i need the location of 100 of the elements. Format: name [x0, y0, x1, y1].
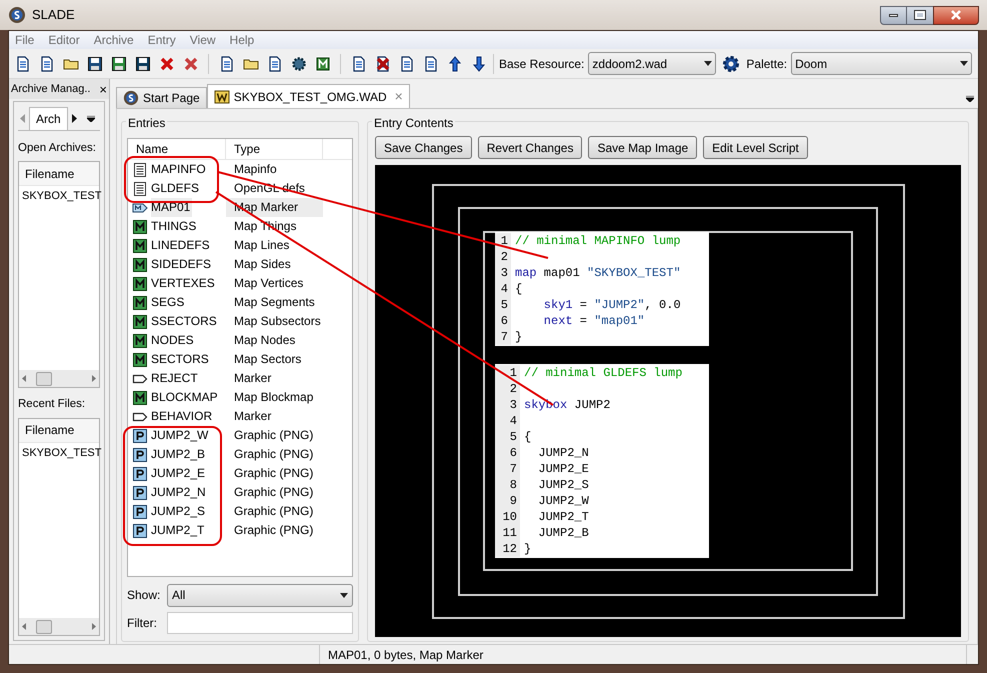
entry-name[interactable]: JUMP2_E: [151, 464, 208, 483]
x-mark-icon[interactable]: [158, 56, 174, 72]
entry-name[interactable]: REJECT: [151, 369, 200, 388]
tab[interactable]: Start Page: [116, 87, 207, 108]
maximize-button[interactable]: [907, 6, 933, 24]
entry-name[interactable]: JUMP2_S: [151, 502, 208, 521]
entry-type: Graphic (PNG): [233, 522, 314, 539]
entry-type: Graphic (PNG): [233, 484, 314, 501]
line-number: 6: [495, 445, 520, 461]
entry-name[interactable]: SEGS: [151, 293, 186, 312]
close-tab-icon[interactable]: ×: [394, 86, 403, 107]
line-number: 9: [495, 493, 520, 509]
entry-name[interactable]: BLOCKMAP: [151, 388, 220, 407]
entry-name[interactable]: GLDEFS: [151, 179, 202, 198]
code-line: {: [514, 281, 522, 297]
entry-name[interactable]: JUMP2_T: [151, 521, 206, 540]
entry-type: Graphic (PNG): [233, 503, 314, 520]
tab[interactable]: Arch: [29, 107, 68, 130]
entry-name[interactable]: JUMP2_W: [151, 426, 210, 445]
entry-name[interactable]: MAP01: [151, 198, 192, 217]
document-icon[interactable]: [14, 56, 30, 72]
line-number: 7: [495, 461, 520, 477]
section-label: Open Archives:: [18, 141, 97, 156]
entry-name[interactable]: SECTORS: [151, 350, 211, 369]
code-line: }: [523, 541, 532, 557]
column-header[interactable]: Filename: [19, 162, 99, 186]
document-icon[interactable]: [218, 56, 234, 72]
down-arrow-icon[interactable]: [470, 56, 486, 72]
tab-list-icon[interactable]: [86, 116, 95, 122]
menu-item[interactable]: Help: [230, 31, 254, 49]
palette-label: Palette:: [746, 56, 788, 72]
filter-label: Filter:: [127, 615, 158, 632]
letter-p-icon: [132, 484, 148, 500]
tab-list-icon[interactable]: [966, 96, 974, 102]
file-list-item[interactable]: SKYBOX_TEST: [19, 442, 104, 462]
menu-item[interactable]: View: [190, 31, 216, 49]
letter-m-icon[interactable]: [314, 56, 330, 72]
document-icon[interactable]: [266, 56, 282, 72]
letter-m-icon: [132, 294, 148, 310]
horizontal-scrollbar[interactable]: [19, 618, 99, 635]
menu-item[interactable]: Entry: [148, 31, 176, 49]
tab[interactable]: SKYBOX_TEST_OMG.WAD ×: [206, 84, 410, 108]
menu-item[interactable]: Archive: [94, 31, 134, 49]
line-number: 12: [495, 541, 520, 557]
app-logo-icon: [123, 90, 139, 106]
show-dropdown[interactable]: All: [167, 584, 353, 606]
close-panel-button[interactable]: ×: [99, 82, 107, 96]
letter-m-icon: [132, 218, 148, 234]
text-file-icon: [132, 162, 148, 178]
scroll-right-icon[interactable]: [72, 114, 77, 123]
gear-icon[interactable]: [723, 56, 740, 72]
entry-name[interactable]: MAPINFO: [151, 160, 208, 179]
entry-name[interactable]: JUMP2_N: [151, 483, 208, 502]
column-header[interactable]: Name: [128, 139, 226, 159]
menu-item[interactable]: Editor: [48, 31, 80, 49]
horizontal-scrollbar[interactable]: [19, 370, 99, 388]
entry-name[interactable]: SIDEDEFS: [151, 255, 214, 274]
entry-type: Map Nodes: [233, 332, 296, 349]
document-icon[interactable]: [374, 56, 390, 72]
letter-m-icon: [132, 332, 148, 348]
action-button[interactable]: Save Changes: [375, 136, 472, 159]
entry-name[interactable]: THINGS: [151, 217, 198, 236]
entry-name[interactable]: SSECTORS: [151, 312, 219, 331]
column-header[interactable]: Filename: [19, 418, 99, 442]
gear-icon[interactable]: [290, 56, 306, 72]
line-number: 4: [495, 281, 511, 297]
palette-dropdown[interactable]: Doom: [791, 52, 972, 75]
entry-name[interactable]: VERTEXES: [151, 274, 217, 293]
base-resource-dropdown[interactable]: zddoom2.wad: [588, 52, 716, 75]
entry-name[interactable]: JUMP2_B: [151, 445, 208, 464]
x-mark-icon[interactable]: [182, 56, 198, 72]
scrollbar-thumb[interactable]: [36, 372, 52, 386]
action-button[interactable]: Revert Changes: [478, 136, 582, 159]
code-line: JUMP2_N: [537, 445, 589, 461]
document-icon[interactable]: [350, 56, 366, 72]
line-number: 6: [495, 313, 511, 329]
filter-field[interactable]: [167, 612, 353, 634]
entry-type: Map Blockmap: [233, 389, 314, 406]
document-icon[interactable]: [422, 56, 438, 72]
close-icon[interactable]: [950, 10, 962, 20]
menu-item[interactable]: File: [15, 31, 34, 49]
action-button[interactable]: Save Map Image: [588, 136, 698, 159]
up-arrow-icon[interactable]: [446, 56, 462, 72]
entry-name[interactable]: LINEDEFS: [151, 236, 212, 255]
column-header[interactable]: Type: [226, 139, 323, 159]
scroll-left-icon[interactable]: [22, 623, 26, 630]
caret-icon: [960, 61, 968, 66]
code-line: JUMP2_W: [537, 493, 589, 509]
minimize-button[interactable]: [880, 6, 907, 24]
document-icon[interactable]: [38, 56, 54, 72]
document-icon[interactable]: [398, 56, 414, 72]
entry-name[interactable]: BEHAVIOR: [151, 407, 214, 426]
scroll-left-icon[interactable]: [22, 375, 26, 382]
line-number: 2: [495, 381, 520, 397]
entry-type: Map Sides: [233, 256, 292, 273]
entry-name[interactable]: NODES: [151, 331, 196, 350]
file-list-item[interactable]: SKYBOX_TEST: [19, 186, 104, 206]
scrollbar-thumb[interactable]: [36, 620, 52, 634]
line-number: 10: [495, 509, 520, 525]
action-button[interactable]: Edit Level Script: [703, 136, 808, 159]
